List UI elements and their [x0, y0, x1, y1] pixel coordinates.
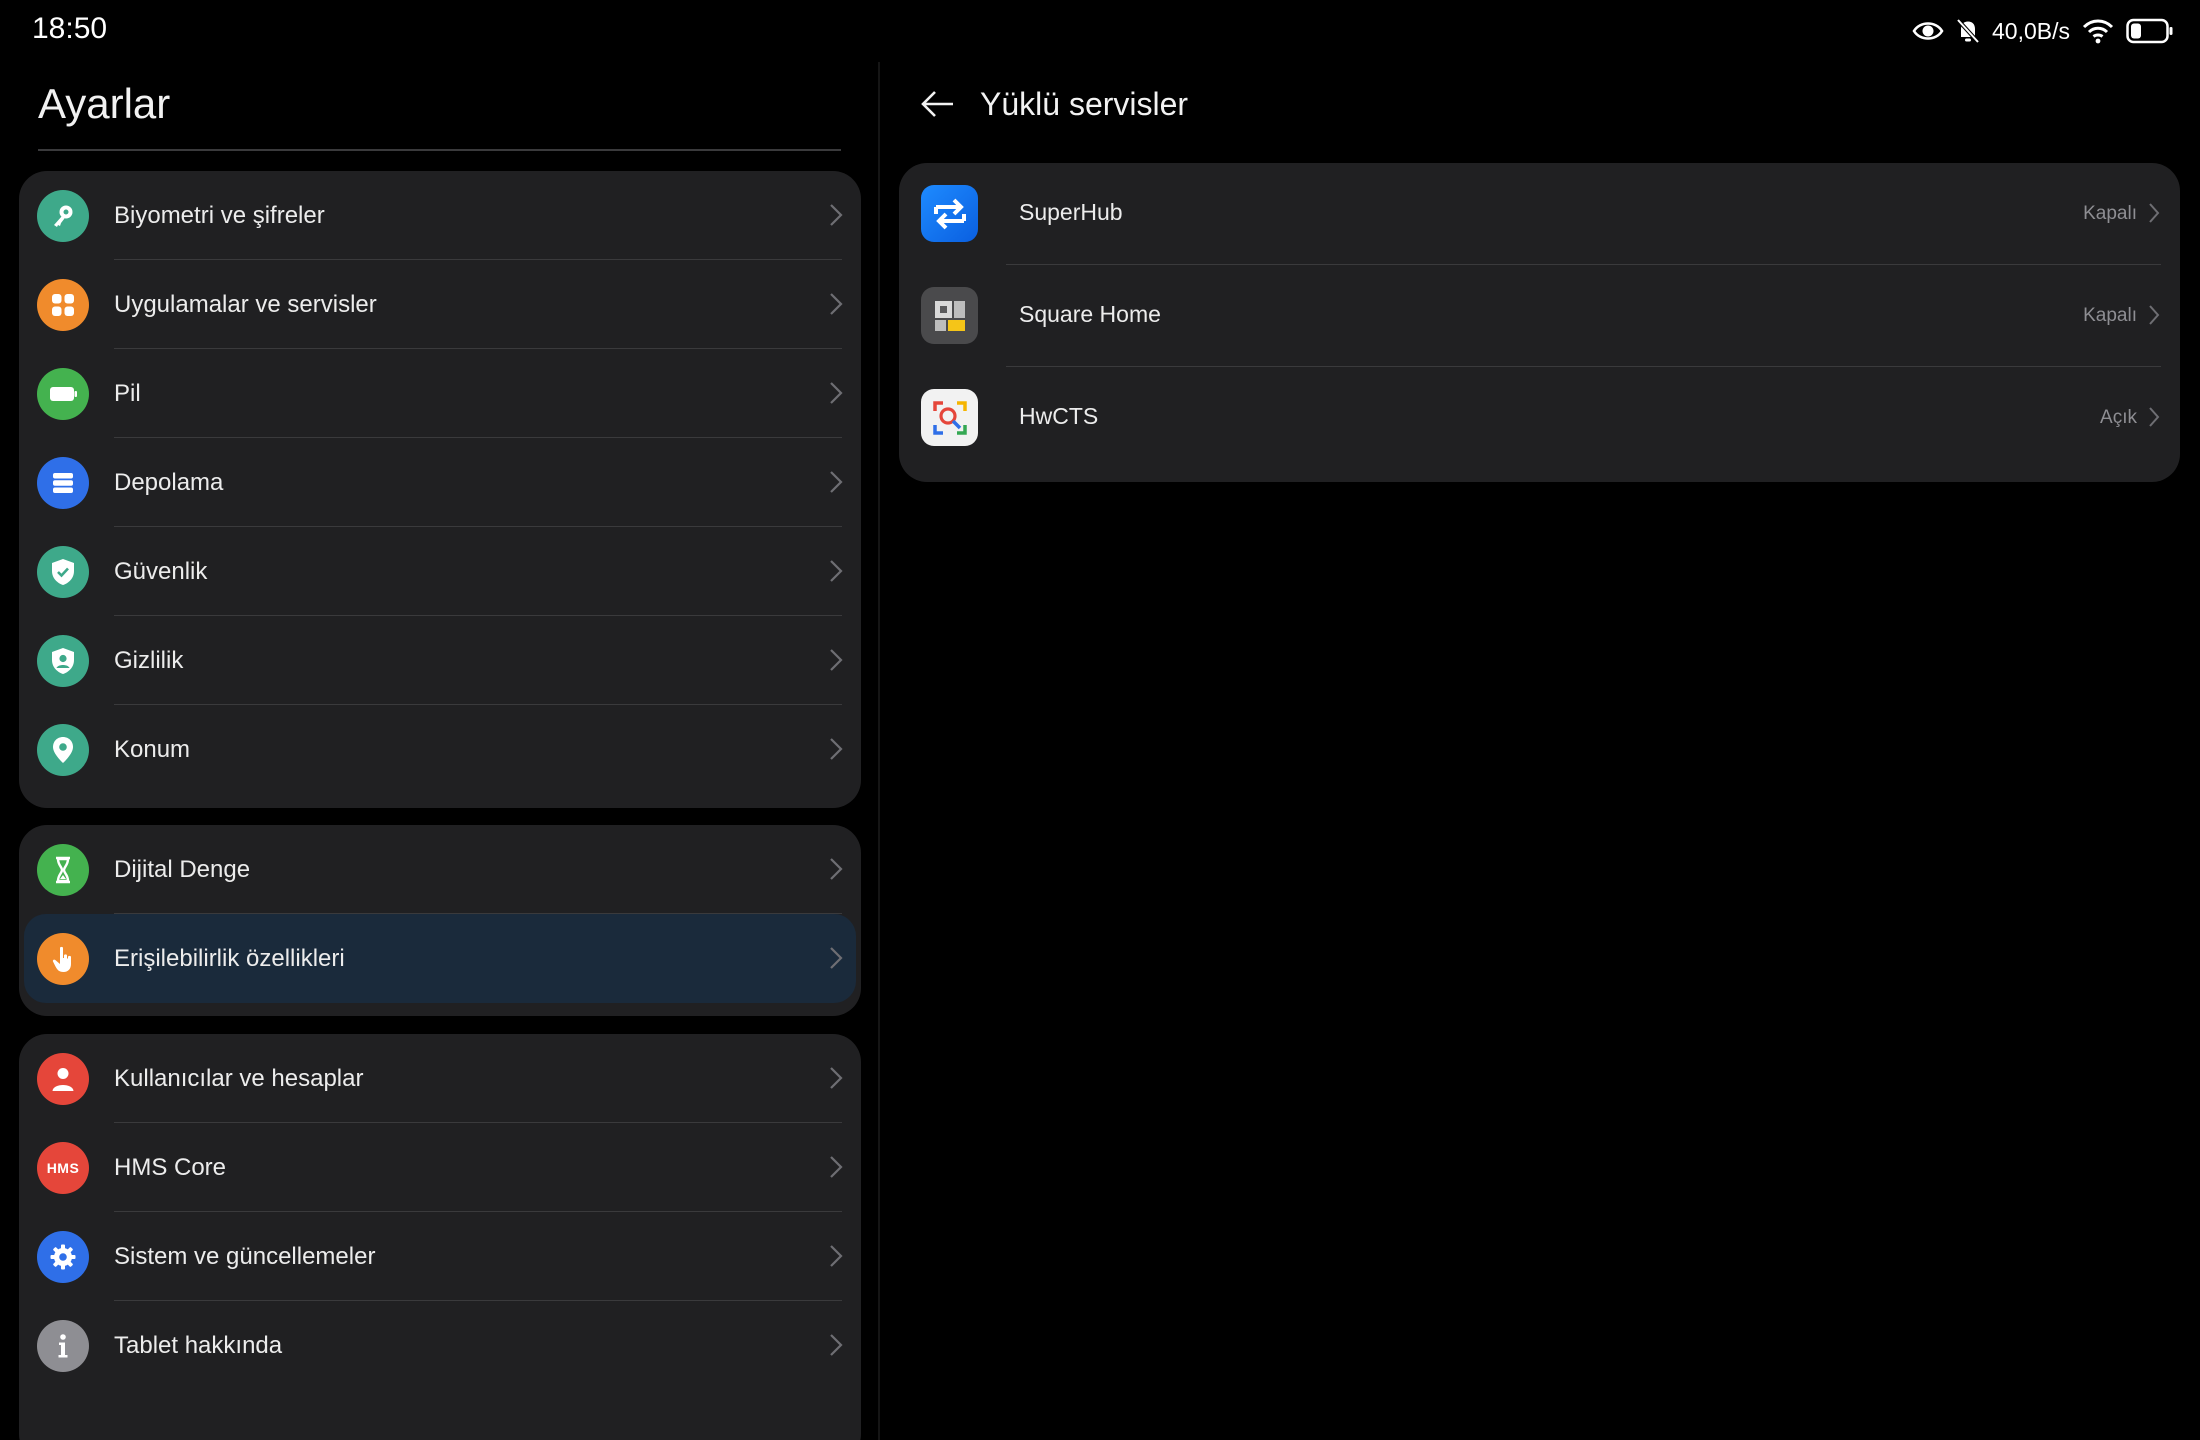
settings-item-security[interactable]: Güvenlik: [19, 527, 861, 616]
settings-item-label: Konum: [114, 735, 191, 763]
settings-item-label: Kullanıcılar ve hesaplar: [114, 1064, 364, 1092]
service-name: HwCTS: [1019, 403, 1099, 429]
back-arrow-icon: [921, 91, 953, 117]
privacy-shield-icon: [37, 635, 89, 687]
status-bar: 18:50 40,0B/s: [0, 0, 2200, 62]
battery-icon: [37, 368, 89, 420]
settings-item-apps[interactable]: Uygulamalar ve servisler: [19, 260, 861, 349]
wifi-icon: [2082, 18, 2114, 44]
settings-group-3: Kullanıcılar ve hesaplar HMS HMS Core Si…: [19, 1034, 861, 1440]
chevron-right-icon: [830, 858, 843, 880]
status-icons: 40,0B/s: [1912, 14, 2174, 48]
network-speed: 40,0B/s: [1992, 17, 2070, 44]
chevron-right-icon: [830, 382, 843, 404]
chevron-right-icon: [830, 1334, 843, 1356]
settings-item-storage[interactable]: Depolama: [19, 438, 861, 527]
service-status: Açık: [2100, 407, 2137, 428]
gear-icon: [37, 1231, 89, 1283]
hwcts-icon: [921, 389, 978, 446]
hms-icon-text: HMS: [46, 1160, 80, 1176]
info-icon: [37, 1320, 89, 1372]
service-status: Kapalı: [2083, 305, 2137, 326]
chevron-right-icon: [2149, 407, 2160, 427]
service-name: SuperHub: [1019, 199, 1123, 225]
settings-item-accessibility[interactable]: Erişilebilirlik özellikleri: [24, 914, 856, 1003]
settings-group-2: Dijital Denge Erişilebilirlik özellikler…: [19, 825, 861, 1016]
settings-group-1: Biyometri ve şifreler Uygulamalar ve ser…: [19, 171, 861, 808]
settings-item-label: Erişilebilirlik özellikleri: [114, 944, 345, 972]
battery-icon: [2126, 18, 2174, 44]
settings-item-label: Pil: [114, 379, 141, 407]
square-home-icon: [921, 287, 978, 344]
service-item-square-home[interactable]: Square Home Kapalı: [899, 265, 2180, 367]
settings-item-about-tablet[interactable]: Tablet hakkında: [19, 1301, 861, 1390]
chevron-right-icon: [2149, 305, 2160, 325]
service-name: Square Home: [1019, 301, 1161, 327]
storage-icon: [37, 457, 89, 509]
installed-services-pane: Yüklü servisler SuperHub Kapalı Square H…: [880, 62, 2200, 1440]
chevron-right-icon: [830, 560, 843, 582]
chevron-right-icon: [830, 947, 843, 969]
settings-item-label: Tablet hakkında: [114, 1331, 283, 1359]
settings-item-system[interactable]: Sistem ve güncellemeler: [19, 1212, 861, 1301]
apps-grid-icon: [37, 279, 89, 331]
superhub-icon: [921, 185, 978, 242]
settings-item-label: Biyometri ve şifreler: [114, 201, 325, 229]
location-pin-icon: [37, 724, 89, 776]
back-button[interactable]: [918, 84, 958, 124]
bell-muted-icon: [1956, 18, 1980, 44]
settings-pane: Ayarlar Biyometri ve şifreler Uygulamala…: [0, 62, 878, 1440]
settings-item-biometrics[interactable]: Biyometri ve şifreler: [19, 171, 861, 260]
settings-item-users[interactable]: Kullanıcılar ve hesaplar: [19, 1034, 861, 1123]
settings-item-label: Dijital Denge: [114, 855, 251, 883]
chevron-right-icon: [830, 204, 843, 226]
chevron-right-icon: [830, 1067, 843, 1089]
settings-item-label: Gizlilik: [114, 646, 184, 674]
service-item-hwcts[interactable]: HwCTS Açık: [899, 367, 2180, 469]
chevron-right-icon: [830, 1245, 843, 1267]
eye-comfort-icon: [1912, 20, 1944, 42]
settings-item-label: Uygulamalar ve servisler: [114, 290, 377, 318]
chevron-right-icon: [830, 649, 843, 671]
user-icon: [37, 1053, 89, 1105]
title-divider: [38, 149, 841, 151]
settings-item-privacy[interactable]: Gizlilik: [19, 616, 861, 705]
hand-tap-icon: [37, 933, 89, 985]
hourglass-icon: [37, 844, 89, 896]
chevron-right-icon: [830, 738, 843, 760]
settings-item-digital-balance[interactable]: Dijital Denge: [19, 825, 861, 914]
key-icon: [37, 190, 89, 242]
page-title: Ayarlar: [38, 80, 171, 127]
settings-item-label: Güvenlik: [114, 557, 208, 585]
services-list: SuperHub Kapalı Square Home Kapalı HwCTS…: [899, 163, 2180, 482]
settings-item-hms-core[interactable]: HMS HMS Core: [19, 1123, 861, 1212]
hms-icon: HMS: [37, 1142, 89, 1194]
chevron-right-icon: [830, 1156, 843, 1178]
service-status: Kapalı: [2083, 203, 2137, 224]
settings-item-label: Sistem ve güncellemeler: [114, 1242, 376, 1270]
detail-title: Yüklü servisler: [980, 86, 1189, 122]
chevron-right-icon: [830, 293, 843, 315]
settings-item-label: Depolama: [114, 468, 224, 496]
settings-item-battery[interactable]: Pil: [19, 349, 861, 438]
shield-check-icon: [37, 546, 89, 598]
settings-item-label: HMS Core: [114, 1153, 227, 1181]
settings-item-location[interactable]: Konum: [19, 705, 861, 794]
chevron-right-icon: [2149, 203, 2160, 223]
service-item-superhub[interactable]: SuperHub Kapalı: [899, 163, 2180, 265]
chevron-right-icon: [830, 471, 843, 493]
status-time: 18:50: [32, 12, 108, 45]
